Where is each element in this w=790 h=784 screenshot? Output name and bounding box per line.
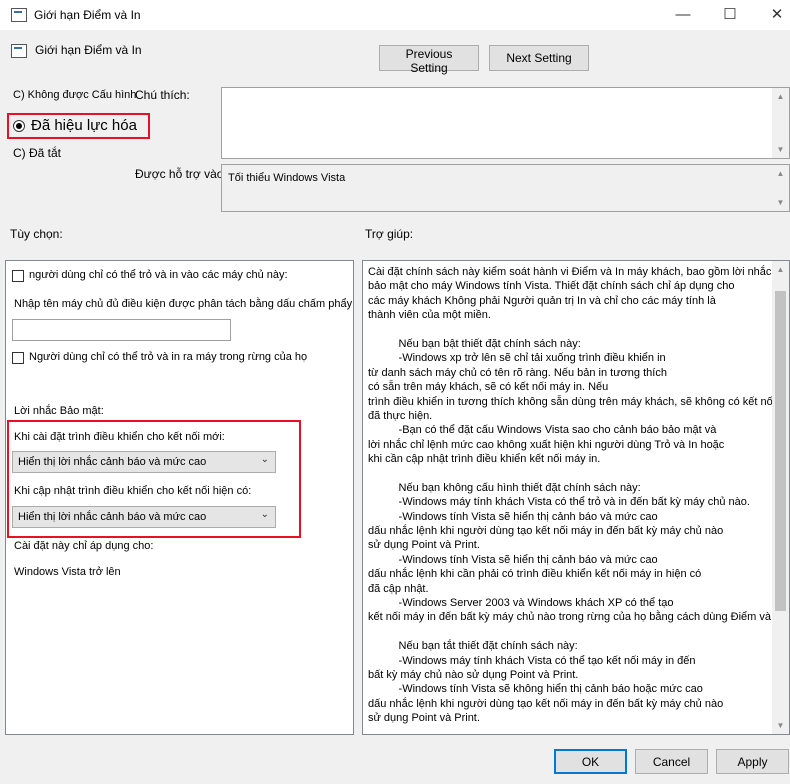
help-line [368,323,778,337]
help-line [368,625,778,639]
help-line: dấu nhắc lệnh khi người dùng tạo kết nối… [368,525,724,538]
window-title: Giới hạn Điểm và In [34,8,141,22]
comment-scrollbar[interactable]: ▲ ▼ [772,88,789,158]
ok-button[interactable]: OK [554,749,627,774]
scroll-down-icon[interactable]: ▼ [772,717,789,734]
help-line: sử dụng Point và Print. [368,712,480,725]
forest-only-label: Người dùng chỉ có thể trỏ và in ra máy t… [29,351,308,363]
options-label: Tùy chọn: [10,227,63,241]
previous-setting-button[interactable]: Previous Setting [379,45,479,75]
help-text: Cài đặt chính sách này kiểm soát hành vi… [368,265,787,726]
help-line: -Windows tính Vista sẽ hiển thị cảnh báo… [368,553,658,566]
next-setting-button[interactable]: Next Setting [489,45,589,71]
help-line: lời nhắc chỉ lệnh mức cao không xuất hiệ… [368,438,725,451]
help-line: bảo mật cho máy Windows tính Vista. Thiế… [368,280,735,293]
help-line: -Bạn có thể đặt cấu Windows Vista sao ch… [368,424,717,437]
chevron-down-icon: ⌄ [260,509,269,520]
security-prompts-label: Lời nhắc Bảo mật: [14,405,104,417]
servers-input-label: Nhập tên máy chủ đủ điều kiện được phân … [14,298,353,310]
help-line: có sẵn trên máy khách, sẽ có kết nối máy… [368,381,609,394]
not-configured-radio[interactable]: C) Không được Cấu hình [13,89,136,101]
disabled-radio[interactable]: C) Đã tắt [13,146,61,160]
close-button[interactable]: ✕ [762,5,790,25]
new-connection-value: Hiển thị lời nhắc cảnh báo và mức cao [18,456,207,468]
supported-scrollbar[interactable]: ▲ ▼ [772,165,789,211]
update-connection-label: Khi cập nhật trình điều khiển cho kết nố… [14,485,252,497]
help-line: từ danh sách máy chủ có tên rõ ràng. Nếu… [368,366,667,379]
scroll-up-icon[interactable]: ▲ [772,165,789,182]
update-connection-value: Hiển thị lời nhắc cảnh báo và mức cao [18,511,207,523]
help-label: Trợ giúp: [365,227,414,241]
scroll-down-icon[interactable]: ▼ [772,194,789,211]
enabled-label[interactable]: Đã hiệu lực hóa [31,117,137,134]
policy-setting-icon [11,44,27,58]
help-line: dấu nhắc lệnh khi người dùng tạo kết nối… [368,697,724,710]
help-line: -Windows Server 2003 và Windows khách XP… [368,596,674,609]
help-scrollbar[interactable]: ▲ ▼ [772,261,789,734]
cancel-button[interactable]: Cancel [635,749,708,774]
enabled-radio[interactable] [13,120,25,132]
help-line: bất kỳ máy chủ nào sử dụng Point và Prin… [368,668,579,681]
servers-input[interactable] [12,319,231,341]
help-line: sử dụng Point và Print. [368,539,480,552]
update-connection-dropdown[interactable]: Hiển thị lời nhắc cảnh báo và mức cao ⌄ [12,506,276,528]
supported-on-label: Được hỗ trợ vào: [135,167,227,181]
trusted-servers-checkbox[interactable] [12,270,24,282]
new-connection-label: Khi cài đặt trình điều khiển cho kết nối… [14,431,225,443]
help-line: Nếu bạn bật thiết đặt chính sách này: [368,337,581,350]
scroll-up-icon[interactable]: ▲ [772,88,789,105]
supported-on-value: Tối thiểu Windows Vista [228,172,346,184]
help-line: kết nối máy in đến bất kỳ máy chủ nào tr… [368,611,787,624]
help-line: đã thực hiện. [368,409,433,422]
help-line: đã cập nhật. [368,582,429,595]
trusted-servers-label: người dùng chỉ có thể trỏ và in vào các … [29,269,288,281]
minimize-button[interactable]: — [668,5,698,25]
help-line: thành viên của một miền. [368,309,491,322]
help-line: -Windows máy tính khách Vista có thể trỏ… [368,496,750,509]
help-line [368,466,778,480]
apply-button[interactable]: Apply [716,749,789,774]
comment-label: Chú thích: [135,88,190,102]
help-line: dấu nhắc lệnh khi cần phải có trình điều… [368,568,702,581]
setting-title: Giới hạn Điểm và In [35,43,142,57]
supported-on-box: Tối thiểu Windows Vista ▲ ▼ [221,164,790,212]
help-panel: Cài đặt chính sách này kiểm soát hành vi… [362,260,790,735]
chevron-down-icon: ⌄ [260,454,269,465]
comment-textbox[interactable]: ▲ ▼ [221,87,790,159]
help-line: Nếu bạn tắt thiết đặt chính sách này: [368,640,578,653]
scroll-down-icon[interactable]: ▼ [772,141,789,158]
maximize-button[interactable]: ☐ [715,5,745,25]
help-line: -Windows tính Vista sẽ không hiển thị cả… [368,683,703,696]
help-line: -Windows máy tính khách Vista có thể tạo… [368,654,696,667]
applies-to-label: Cài đặt này chỉ áp dụng cho: [14,540,154,552]
help-line: khi cần cập nhật trình điều khiển kết nố… [368,453,601,466]
help-line: -Windows xp trở lên sẽ chỉ tải xuống trì… [368,352,666,365]
policy-window-icon [11,8,27,22]
new-connection-dropdown[interactable]: Hiển thị lời nhắc cảnh báo và mức cao ⌄ [12,451,276,473]
help-line: Nếu bạn không cấu hình thiết đặt chính s… [368,481,641,494]
applies-to-value: Windows Vista trở lên [14,566,121,578]
options-panel: người dùng chỉ có thể trỏ và in vào các … [5,260,354,735]
help-line: trình điều khiển in tương thích không sẵ… [368,395,776,408]
help-line: Cài đặt chính sách này kiểm soát hành vi… [368,266,772,278]
scroll-up-icon[interactable]: ▲ [772,261,789,278]
help-line: các máy khách Không phải Người quản trị … [368,294,716,307]
scroll-thumb[interactable] [775,291,786,611]
help-line: -Windows tính Vista sẽ hiển thị cảnh báo… [368,510,658,523]
forest-only-checkbox[interactable] [12,352,24,364]
